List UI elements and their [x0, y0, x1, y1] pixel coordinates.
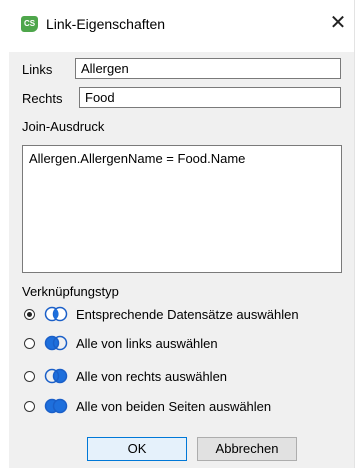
title-bar: CS Link-Eigenschaften ✕ — [9, 0, 354, 52]
radio-button[interactable] — [24, 308, 35, 320]
join-expression-textarea[interactable]: Allergen.AllergenName = Food.Name — [22, 145, 342, 273]
dialog-title: Link-Eigenschaften — [46, 16, 166, 32]
join-expression-label: Join-Ausdruck — [22, 119, 105, 134]
rechts-input[interactable]: Food — [79, 87, 341, 108]
left-join-icon — [44, 335, 68, 351]
inner-join-icon — [44, 306, 68, 322]
link-type-option-inner[interactable]: Entsprechende Datensätze auswählen — [24, 304, 299, 324]
links-input[interactable]: Allergen — [75, 58, 341, 79]
link-type-label: Verknüpfungstyp — [22, 284, 119, 299]
link-type-option-label: Alle von beiden Seiten auswählen — [76, 398, 272, 414]
link-type-option-label: Alle von rechts auswählen — [76, 368, 228, 384]
radio-button[interactable] — [24, 400, 35, 412]
link-type-option-label: Alle von links auswählen — [76, 335, 218, 351]
rechts-label: Rechts — [22, 91, 63, 106]
close-button[interactable]: ✕ — [326, 12, 350, 36]
close-icon: ✕ — [329, 12, 347, 34]
links-label: Links — [22, 62, 53, 77]
ok-button[interactable]: OK — [87, 437, 187, 461]
link-type-option-right[interactable]: Alle von rechts auswählen — [24, 366, 227, 386]
link-properties-dialog: CS Link-Eigenschaften ✕ Links Allergen R… — [9, 0, 354, 468]
radio-button[interactable] — [24, 337, 35, 349]
full-join-icon — [44, 398, 68, 414]
cancel-button[interactable]: Abbrechen — [197, 437, 297, 461]
link-type-option-label: Entsprechende Datensätze auswählen — [76, 306, 299, 322]
radio-button[interactable] — [24, 370, 35, 382]
background-window-edge-right — [354, 0, 361, 468]
right-join-icon — [44, 368, 68, 384]
link-type-option-full[interactable]: Alle von beiden Seiten auswählen — [24, 396, 271, 416]
app-logo-icon: CS — [21, 16, 38, 32]
link-type-option-left[interactable]: Alle von links auswählen — [24, 333, 218, 353]
